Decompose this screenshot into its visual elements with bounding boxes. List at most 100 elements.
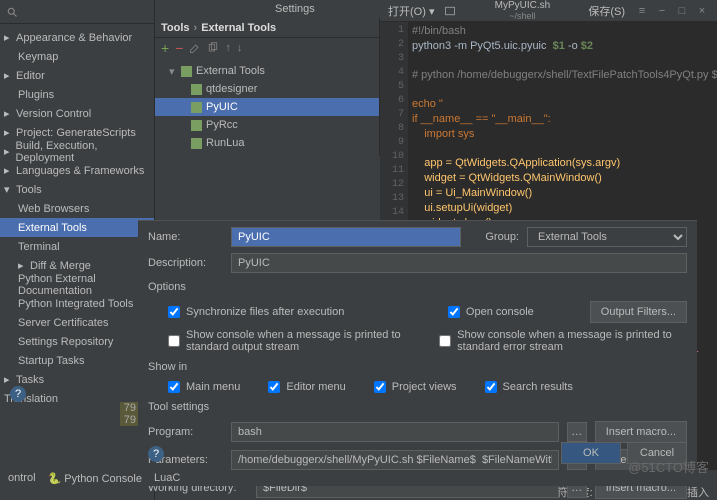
tool-item[interactable]: PyRcc [155,116,379,134]
minimize-icon[interactable]: − [655,4,669,18]
help-icon[interactable]: ? [10,386,26,402]
checkbox-icon[interactable] [191,102,202,113]
breadcrumb-external-tools[interactable]: External Tools [201,22,276,34]
sidebar-item-label: Appearance & Behavior [16,32,132,44]
checkbox-icon[interactable] [181,66,192,77]
sidebar-item[interactable]: Startup Tasks [0,351,154,370]
search-icon [6,5,18,17]
edit-icon[interactable] [189,42,201,54]
editormenu-checkbox[interactable]: Editor menu [268,381,345,393]
name-field[interactable] [231,227,461,247]
sb-luac[interactable]: LuaC [154,472,180,484]
tree-root[interactable]: ▾ External Tools [155,62,379,80]
sidebar-item[interactable]: ▾ Tools [0,180,154,199]
tool-label: RunLua [206,137,245,149]
sidebar-item[interactable]: Settings Repository [0,332,154,351]
checkbox-icon[interactable] [191,84,202,95]
recent-icon[interactable] [444,4,456,16]
breadcrumb-tools[interactable]: Tools [161,22,190,34]
chevron-icon: ▸ [4,31,12,44]
showin-section: Show in [148,361,687,373]
help-icon[interactable]: ? [148,446,164,462]
sidebar-item-label: Server Certificates [18,317,108,329]
tool-label: qtdesigner [206,83,257,95]
sidebar-item[interactable]: ▸ Editor [0,66,154,85]
checkbox-icon[interactable] [191,138,202,149]
ide-statusbar: ontrol 🐍 Python Console LuaC [0,470,717,486]
sidebar-item-label: Build, Execution, Deployment [15,140,150,164]
sidebar-item-label: Tasks [16,374,44,386]
tool-item[interactable]: qtdesigner [155,80,379,98]
sidebar-item[interactable]: Python Integrated Tools [0,294,154,313]
sidebar-item-label: Editor [16,70,45,82]
settings-tab[interactable]: Settings [275,3,315,15]
sidebar-item[interactable]: Python External Documentation [0,275,154,294]
description-field[interactable] [231,253,687,273]
ok-button[interactable]: OK [561,442,621,464]
program-insert-macro-button[interactable]: Insert macro... [595,421,687,443]
editor-filename: MyPyUIC.sh ~/shell [466,0,578,21]
tool-label: PyUIC [206,101,238,113]
sb-version-control[interactable]: ontrol [8,472,36,484]
program-field[interactable] [231,422,559,442]
stdout-checkbox[interactable]: Show console when a message is printed t… [168,329,421,353]
sidebar-item[interactable]: Server Certificates [0,313,154,332]
sb-python-console[interactable]: 🐍 Python Console [48,472,142,485]
down-icon[interactable]: ↓ [237,42,243,54]
sidebar-item[interactable]: ▸ Build, Execution, Deployment [0,142,154,161]
projviews-checkbox[interactable]: Project views [374,381,457,393]
sidebar-item-label: Diff & Merge [30,260,91,272]
maximize-icon[interactable]: □ [675,4,689,18]
sidebar-item[interactable]: ▸Languages & Frameworks [0,161,154,180]
sidebar-item-label: Languages & Frameworks [16,165,144,177]
sync-checkbox[interactable]: Synchronize files after execution [168,306,344,318]
options-section: Options [148,281,687,293]
close-icon[interactable]: × [695,4,709,18]
chevron-icon: ▾ [4,183,12,196]
sidebar-item[interactable]: ▸Version Control [0,104,154,123]
sidebar-item[interactable]: External Tools [0,218,154,237]
toolsettings-section: Tool settings [148,401,687,413]
searchres-checkbox[interactable]: Search results [485,381,573,393]
add-icon[interactable]: + [161,40,169,56]
gutter-fragment: 7979 [120,402,138,426]
sidebar-item[interactable]: Terminal [0,237,154,256]
up-icon[interactable]: ↑ [225,42,231,54]
sidebar-item-label: Tools [16,184,42,196]
search-row[interactable] [0,0,154,24]
sidebar-item[interactable]: ▸ Tasks [0,370,154,389]
sidebar-item[interactable]: Plugins [0,85,154,104]
line-gutter: 12345678910111213141516 [380,22,408,250]
stderr-checkbox[interactable]: Show console when a message is printed t… [439,329,687,353]
menu-icon[interactable]: ≡ [635,4,649,18]
external-tools-tree: ▾ External Tools qtdesigner PyUIC PyRcc Run… [155,58,379,156]
params-field[interactable] [231,450,559,470]
tool-item[interactable]: PyUIC [155,98,379,116]
root-label: External Tools [196,65,265,77]
sidebar-item[interactable]: Keymap [0,47,154,66]
tool-item[interactable]: RunLua [155,134,379,152]
description-label: Description: [148,257,223,269]
copy-icon[interactable] [207,42,219,54]
chevron-down-icon: ▾ [169,65,177,78]
sidebar-item-label: Keymap [18,51,58,63]
chevron-icon: ▸ [4,373,12,386]
output-filters-button[interactable]: Output Filters... [590,301,687,323]
program-browse-button[interactable]: … [567,422,587,442]
sidebar-item-label: Terminal [18,241,60,253]
save-menu[interactable]: 保存(S) [588,3,625,19]
sidebar-item-label: Python External Documentation [18,273,150,297]
sidebar-item-label: Web Browsers [18,203,89,215]
remove-icon[interactable]: − [175,40,183,56]
sidebar-item[interactable]: ▸ Appearance & Behavior [0,28,154,47]
checkbox-icon[interactable] [191,120,202,131]
sidebar-item[interactable]: Web Browsers [0,199,154,218]
open-console-checkbox[interactable]: Open console [448,306,534,318]
chevron-icon: ▸ [4,69,12,82]
mainmenu-checkbox[interactable]: Main menu [168,381,240,393]
open-menu[interactable]: 打开(O) ▾ [388,3,434,19]
group-select[interactable]: External Tools [527,227,687,247]
settings-tree: ▸ Appearance & Behavior Keymap ▸ Editor Plugi… [0,24,154,412]
chevron-icon: ▸ [4,145,11,158]
group-label: Group: [485,231,519,243]
